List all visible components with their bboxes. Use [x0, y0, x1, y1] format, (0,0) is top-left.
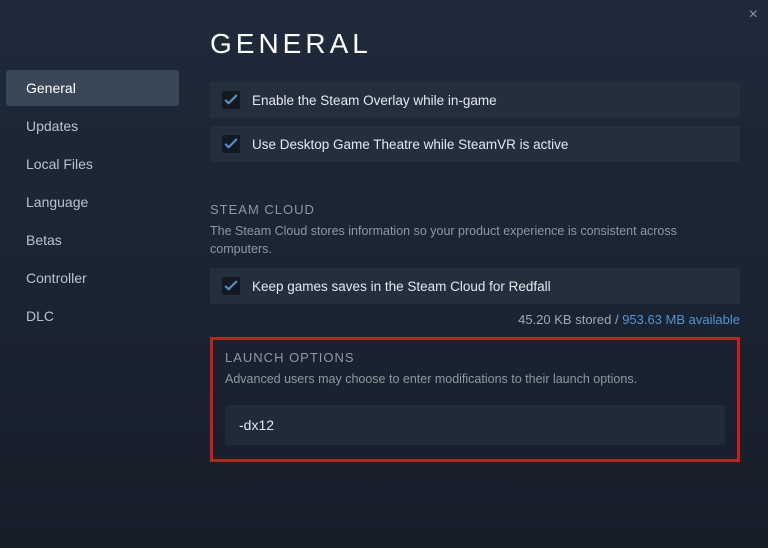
storage-used: 45.20 KB stored	[518, 312, 611, 327]
option-overlay[interactable]: Enable the Steam Overlay while in-game	[210, 82, 740, 118]
sidebar-item-label: Language	[26, 194, 88, 210]
checkbox-overlay[interactable]	[222, 91, 240, 109]
sidebar-item-label: Betas	[26, 232, 62, 248]
close-button[interactable]: ×	[749, 6, 758, 24]
check-icon	[224, 137, 238, 151]
sidebar-item-label: Updates	[26, 118, 78, 134]
option-theatre[interactable]: Use Desktop Game Theatre while SteamVR i…	[210, 126, 740, 162]
properties-window: General Updates Local Files Language Bet…	[0, 0, 768, 548]
sidebar-item-label: Controller	[26, 270, 87, 286]
option-label: Use Desktop Game Theatre while SteamVR i…	[252, 137, 568, 152]
check-icon	[224, 93, 238, 107]
checkbox-theatre[interactable]	[222, 135, 240, 153]
check-icon	[224, 279, 238, 293]
sidebar-item-label: DLC	[26, 308, 54, 324]
checkbox-cloud-save[interactable]	[222, 277, 240, 295]
sidebar-item-controller[interactable]: Controller	[6, 260, 179, 296]
storage-available-link[interactable]: 953.63 MB available	[622, 312, 740, 327]
section-header-launch: LAUNCH OPTIONS	[225, 350, 725, 365]
sidebar-item-label: Local Files	[26, 156, 93, 172]
launch-options-input[interactable]	[225, 405, 725, 445]
launch-options-highlight: LAUNCH OPTIONS Advanced users may choose…	[210, 337, 740, 462]
sidebar-item-language[interactable]: Language	[6, 184, 179, 220]
sidebar: General Updates Local Files Language Bet…	[0, 0, 185, 548]
option-label: Keep games saves in the Steam Cloud for …	[252, 279, 551, 294]
sidebar-item-dlc[interactable]: DLC	[6, 298, 179, 334]
option-cloud-save[interactable]: Keep games saves in the Steam Cloud for …	[210, 268, 740, 304]
page-title: GENERAL	[210, 28, 740, 60]
sidebar-item-local-files[interactable]: Local Files	[6, 146, 179, 182]
sidebar-item-updates[interactable]: Updates	[6, 108, 179, 144]
option-label: Enable the Steam Overlay while in-game	[252, 93, 497, 108]
sidebar-item-general[interactable]: General	[6, 70, 179, 106]
content-panel: GENERAL Enable the Steam Overlay while i…	[185, 0, 768, 548]
section-desc-cloud: The Steam Cloud stores information so yo…	[210, 223, 740, 258]
sidebar-item-label: General	[26, 80, 76, 96]
section-desc-launch: Advanced users may choose to enter modif…	[225, 371, 725, 389]
cloud-storage-line: 45.20 KB stored / 953.63 MB available	[210, 312, 740, 327]
sidebar-item-betas[interactable]: Betas	[6, 222, 179, 258]
storage-separator: /	[611, 312, 622, 327]
section-header-cloud: STEAM CLOUD	[210, 202, 740, 217]
